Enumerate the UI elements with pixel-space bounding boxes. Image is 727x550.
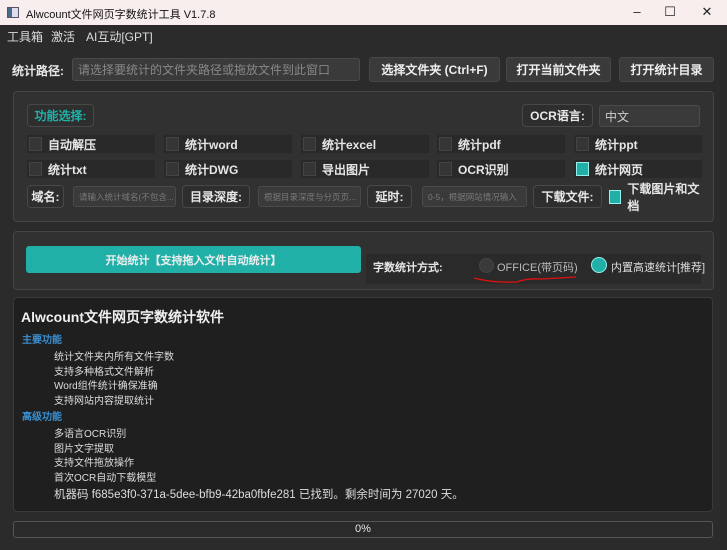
maximize-button[interactable]: ☐ [660,4,680,20]
progress-text: 0% [355,523,371,535]
checkbox-5[interactable]: 统计txt [27,160,155,178]
checkbox-box[interactable] [303,137,316,151]
depth-label: 目录深度: [182,185,250,208]
checkbox-8[interactable]: OCR识别 [437,160,565,178]
checkbox-box[interactable] [609,190,622,204]
list-item: 多语言OCR识别 [54,429,127,440]
checkbox-box[interactable] [439,162,452,176]
section-heading: 主要功能 [22,335,62,346]
checkbox-9[interactable]: 统计网页 [574,160,702,178]
list-item: Word组件统计确保准确 [54,381,158,392]
radio-builtin-label[interactable]: 内置高速统计[推荐] [611,259,705,275]
delay-input[interactable]: 0-5，根据网站情况输入 [422,186,527,207]
checkbox-label: OCR识别 [458,162,509,177]
download-checkbox[interactable]: 下载图片和文档 [607,182,707,213]
list-item: 统计文件夹内所有文件字数 [54,352,174,363]
checkbox-2[interactable]: 统计excel [301,135,429,153]
progress-bar: 0% [13,521,713,538]
checkbox-1[interactable]: 统计word [164,135,292,153]
checkbox-label: 统计excel [322,137,377,152]
checkbox-label: 导出图片 [322,162,371,177]
checkbox-label: 统计txt [48,162,87,177]
path-label: 统计路径: [12,63,64,78]
checkbox-label: 统计DWG [185,162,239,177]
download-checkbox-label: 下载图片和文档 [627,182,700,213]
radio-office-label[interactable]: OFFICE(带页码) [497,259,578,275]
checkbox-3[interactable]: 统计pdf [437,135,565,153]
start-button[interactable]: 开始统计【支持拖入文件自动统计】 [26,246,361,273]
checkbox-4[interactable]: 统计ppt [574,135,702,153]
window-title: Alwcount文件网页字数统计工具 V1.7.8 [26,9,216,21]
checkbox-box[interactable] [29,162,42,176]
domain-input[interactable]: 请输入统计域名(不包含... [73,186,176,207]
checkbox-label: 统计ppt [595,137,638,152]
checkbox-label: 自动解压 [48,137,97,152]
ocr-language-label: OCR语言: [522,104,593,127]
checkbox-box[interactable] [166,162,179,176]
open-current-folder-button[interactable]: 打开当前文件夹 [506,57,611,82]
list-item: 首次OCR自动下载模型 [54,473,157,484]
checkbox-6[interactable]: 统计DWG [164,160,292,178]
app-icon [7,7,19,18]
checkbox-box[interactable] [29,137,42,151]
list-item: 支持网站内容提取统计 [54,396,154,407]
menu-toolbox[interactable]: 工具箱 [7,28,43,45]
radio-builtin[interactable] [591,257,607,273]
checkbox-box[interactable] [576,137,589,151]
info-title: Alwcount文件网页字数统计软件 [21,309,224,325]
download-label: 下载文件: [533,185,602,208]
checkbox-0[interactable]: 自动解压 [27,135,155,153]
checkbox-box[interactable] [439,137,452,151]
close-button[interactable]: ✕ [697,4,717,20]
ocr-language-select[interactable]: 中文 [599,105,700,127]
method-label: 字数统计方式: [373,262,443,274]
title-bar: Alwcount文件网页字数统计工具 V1.7.8 – ☐ ✕ [0,0,727,25]
domain-label: 域名: [27,185,64,208]
list-item: 支持多种格式文件解析 [54,367,154,378]
checkbox-box[interactable] [303,162,316,176]
checkbox-7[interactable]: 导出图片 [301,160,429,178]
open-stats-dir-button[interactable]: 打开统计目录 [619,57,714,82]
function-select-label: 功能选择: [27,104,94,127]
minimize-button[interactable]: – [627,4,647,20]
list-item: 支持文件拖放操作 [54,458,134,469]
select-folder-button[interactable]: 选择文件夹 (Ctrl+F) [369,57,500,82]
list-item: 图片文字提取 [54,444,114,455]
depth-input[interactable]: 根据目录深度与分页页... [258,186,361,207]
checkbox-box[interactable] [576,162,589,176]
menu-activate[interactable]: 激活 [51,28,75,45]
checkbox-box[interactable] [166,137,179,151]
checkbox-label: 统计pdf [458,137,501,152]
section-heading: 高级功能 [22,412,62,423]
menu-ai[interactable]: AI互动[GPT] [86,28,153,45]
machine-code-text: 机器码 f685e3f0-371a-5dee-bfb9-42ba0fbfe281… [54,489,464,501]
radio-office[interactable] [479,258,494,273]
checkbox-label: 统计网页 [595,162,644,177]
checkbox-label: 统计word [185,137,238,152]
delay-label: 延时: [367,185,412,208]
info-text-area: Alwcount文件网页字数统计软件 主要功能 统计文件夹内所有文件字数 支持多… [13,297,713,512]
path-input[interactable]: 请选择要统计的文件夹路径或拖放文件到此窗口 [72,58,360,81]
red-underline-annotation [473,276,577,283]
